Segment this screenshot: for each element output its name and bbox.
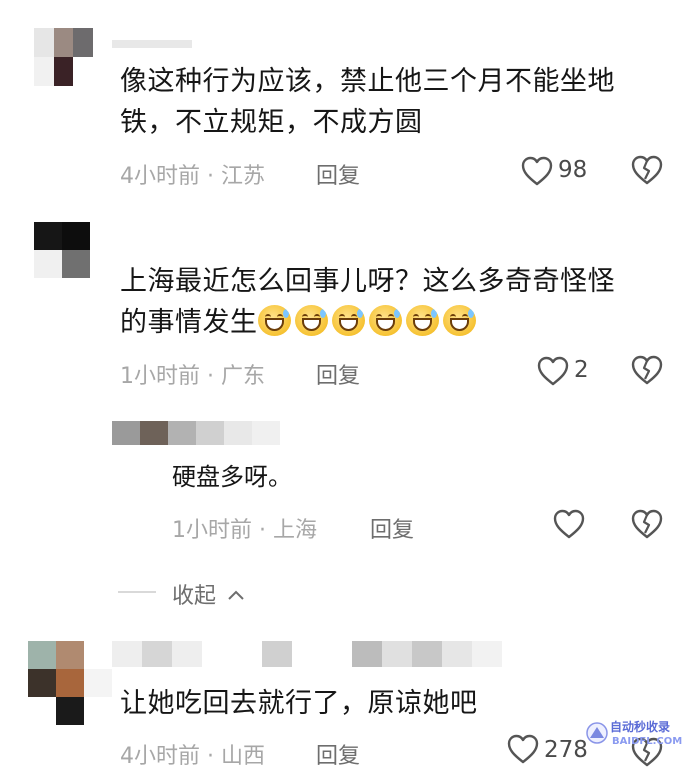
avatar-pixelated[interactable]: [34, 222, 90, 278]
collapse-divider: [118, 591, 156, 593]
laugh-tears-emoji-icon: [368, 305, 402, 336]
username-mosaic[interactable]: [112, 641, 502, 667]
reply-button[interactable]: 回复: [316, 158, 360, 190]
comment-text-line: 上海最近怎么回事儿呀？这么多奇奇怪怪: [120, 266, 615, 297]
laugh-tears-emoji-icon: [331, 305, 365, 336]
like-count: 278: [544, 737, 588, 763]
comment-text-line-with-emoji: 的事情发生: [120, 302, 680, 343]
comment-text-line: 铁，不立规矩，不成方圆: [120, 107, 423, 138]
watermark-text: 自动秒收录: [610, 720, 671, 734]
dislike-icon[interactable]: [630, 508, 664, 540]
chevron-up-icon: [227, 589, 245, 601]
heart-icon[interactable]: [536, 355, 570, 387]
collapse-label: 收起: [172, 584, 217, 609]
laugh-tears-emoji-icon: [405, 305, 439, 336]
reply-button[interactable]: 回复: [316, 358, 360, 390]
comment-text: 上海最近怎么回事儿呀？这么多奇奇怪怪 的事情发生: [120, 261, 680, 343]
reply-button[interactable]: 回复: [316, 738, 360, 770]
laugh-tears-emoji-icon: [442, 305, 476, 336]
dislike-icon[interactable]: [630, 354, 664, 386]
reply-text: 硬盘多呀。: [172, 463, 292, 491]
avatar-pixelated[interactable]: [34, 28, 112, 86]
comment-meta: 4小时前 · 江苏: [120, 164, 265, 189]
comment-meta: 4小时前 · 山西: [120, 744, 265, 769]
comment-text: 让她吃回去就行了，原谅她吧: [120, 688, 478, 719]
laugh-tears-emoji-icon: [257, 305, 291, 336]
heart-icon[interactable]: [552, 508, 586, 540]
reply-button[interactable]: 回复: [370, 512, 414, 544]
reply-meta: 1小时前 · 上海: [172, 518, 317, 543]
laugh-tears-emoji-icon: [294, 305, 328, 336]
heart-icon[interactable]: [520, 155, 554, 187]
watermark: 自动秒收录 BAIDFL.COM: [584, 716, 694, 756]
comment-meta: 1小时前 · 广东: [120, 364, 265, 389]
watermark-logo-icon: [584, 720, 610, 746]
reply-username-mosaic[interactable]: [112, 421, 280, 445]
heart-icon[interactable]: [506, 733, 540, 765]
like-count: 2: [574, 357, 589, 383]
collapse-button[interactable]: 收起: [172, 578, 245, 610]
comment-text-line: 像这种行为应该，禁止他三个月不能坐地: [120, 66, 615, 97]
comment-text-line: 的事情发生: [120, 307, 258, 338]
like-count: 98: [558, 157, 588, 183]
dislike-icon[interactable]: [630, 154, 664, 186]
comment-text: 像这种行为应该，禁止他三个月不能坐地 铁，不立规矩，不成方圆: [120, 61, 680, 143]
username-mosaic[interactable]: [112, 40, 192, 48]
watermark-url: BAIDFL.COM: [612, 736, 683, 747]
avatar-pixelated[interactable]: [28, 641, 112, 725]
